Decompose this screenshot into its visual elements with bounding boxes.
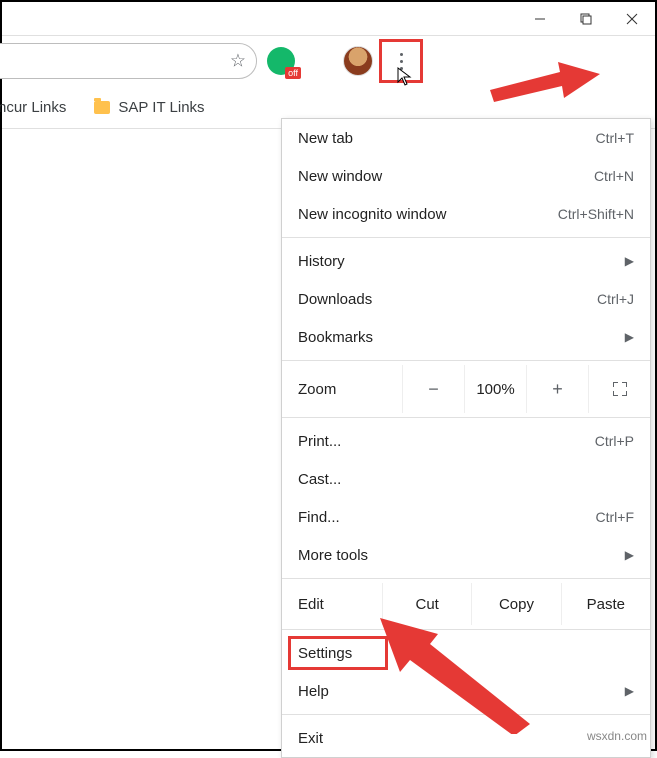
menu-label: Print... bbox=[298, 433, 595, 450]
fullscreen-icon bbox=[613, 382, 627, 396]
edit-label: Edit bbox=[282, 596, 382, 613]
extension-badge: off bbox=[285, 67, 301, 79]
zoom-value: 100% bbox=[464, 365, 526, 413]
kebab-icon bbox=[400, 53, 403, 70]
submenu-arrow-icon: ▶ bbox=[625, 254, 634, 268]
menu-label: Help bbox=[298, 683, 625, 700]
menu-label: New incognito window bbox=[298, 206, 558, 223]
zoom-out-button[interactable]: − bbox=[402, 365, 464, 413]
submenu-arrow-icon: ▶ bbox=[625, 684, 634, 698]
minimize-button[interactable] bbox=[517, 2, 563, 36]
menu-label: Exit bbox=[298, 730, 634, 747]
watermark: wsxdn.com bbox=[587, 729, 647, 743]
zoom-in-button[interactable]: + bbox=[526, 365, 588, 413]
submenu-arrow-icon: ▶ bbox=[625, 330, 634, 344]
menu-label: History bbox=[298, 253, 625, 270]
copy-button[interactable]: Copy bbox=[471, 583, 560, 625]
menu-shortcut: Ctrl+J bbox=[597, 291, 634, 307]
menu-shortcut: Ctrl+Shift+N bbox=[558, 206, 634, 222]
menu-item-bookmarks[interactable]: Bookmarks ▶ bbox=[282, 318, 650, 356]
menu-item-help[interactable]: Help ▶ bbox=[282, 672, 650, 710]
menu-item-cast[interactable]: Cast... bbox=[282, 460, 650, 498]
menu-item-print[interactable]: Print... Ctrl+P bbox=[282, 422, 650, 460]
menu-item-settings[interactable]: Settings bbox=[282, 634, 650, 672]
window-titlebar bbox=[2, 2, 655, 36]
menu-item-new-tab[interactable]: New tab Ctrl+T bbox=[282, 119, 650, 157]
menu-shortcut: Ctrl+F bbox=[596, 509, 635, 525]
more-menu-button[interactable] bbox=[381, 41, 421, 81]
menu-label: Downloads bbox=[298, 291, 597, 308]
menu-item-edit: Edit Cut Copy Paste bbox=[282, 583, 650, 625]
menu-label: Settings bbox=[298, 645, 634, 662]
cut-button[interactable]: Cut bbox=[382, 583, 471, 625]
menu-item-find[interactable]: Find... Ctrl+F bbox=[282, 498, 650, 536]
menu-label: Cast... bbox=[298, 471, 634, 488]
menu-separator bbox=[282, 714, 650, 715]
bookmark-label: SAP IT Links bbox=[118, 99, 204, 116]
bookmark-folder[interactable]: SAP IT Links bbox=[94, 99, 204, 116]
menu-shortcut: Ctrl+P bbox=[595, 433, 634, 449]
menu-label: Bookmarks bbox=[298, 329, 625, 346]
toolbar: ☆ off bbox=[2, 36, 655, 86]
address-bar[interactable]: ☆ bbox=[0, 43, 257, 79]
menu-separator bbox=[282, 237, 650, 238]
menu-item-zoom: Zoom − 100% + bbox=[282, 365, 650, 413]
menu-separator bbox=[282, 417, 650, 418]
profile-avatar[interactable] bbox=[343, 46, 373, 76]
bookmark-star-icon[interactable]: ☆ bbox=[230, 51, 246, 72]
fullscreen-button[interactable] bbox=[588, 365, 650, 413]
menu-label: More tools bbox=[298, 547, 625, 564]
chrome-menu: New tab Ctrl+T New window Ctrl+N New inc… bbox=[281, 118, 651, 758]
menu-shortcut: Ctrl+T bbox=[596, 130, 635, 146]
cursor-icon bbox=[397, 67, 413, 87]
menu-separator bbox=[282, 360, 650, 361]
menu-item-new-window[interactable]: New window Ctrl+N bbox=[282, 157, 650, 195]
bookmark-folder[interactable]: ncur Links bbox=[0, 99, 66, 116]
menu-separator bbox=[282, 578, 650, 579]
menu-item-history[interactable]: History ▶ bbox=[282, 242, 650, 280]
folder-icon bbox=[94, 101, 110, 114]
bookmark-label: ncur Links bbox=[0, 99, 66, 116]
menu-item-more-tools[interactable]: More tools ▶ bbox=[282, 536, 650, 574]
menu-shortcut: Ctrl+N bbox=[594, 168, 634, 184]
menu-label: Find... bbox=[298, 509, 596, 526]
submenu-arrow-icon: ▶ bbox=[625, 548, 634, 562]
paste-button[interactable]: Paste bbox=[561, 583, 650, 625]
menu-label: New window bbox=[298, 168, 594, 185]
menu-item-incognito[interactable]: New incognito window Ctrl+Shift+N bbox=[282, 195, 650, 233]
close-button[interactable] bbox=[609, 2, 655, 36]
zoom-label: Zoom bbox=[282, 381, 402, 398]
extension-icon[interactable]: off bbox=[267, 47, 295, 75]
maximize-button[interactable] bbox=[563, 2, 609, 36]
menu-item-downloads[interactable]: Downloads Ctrl+J bbox=[282, 280, 650, 318]
menu-separator bbox=[282, 629, 650, 630]
menu-label: New tab bbox=[298, 130, 596, 147]
